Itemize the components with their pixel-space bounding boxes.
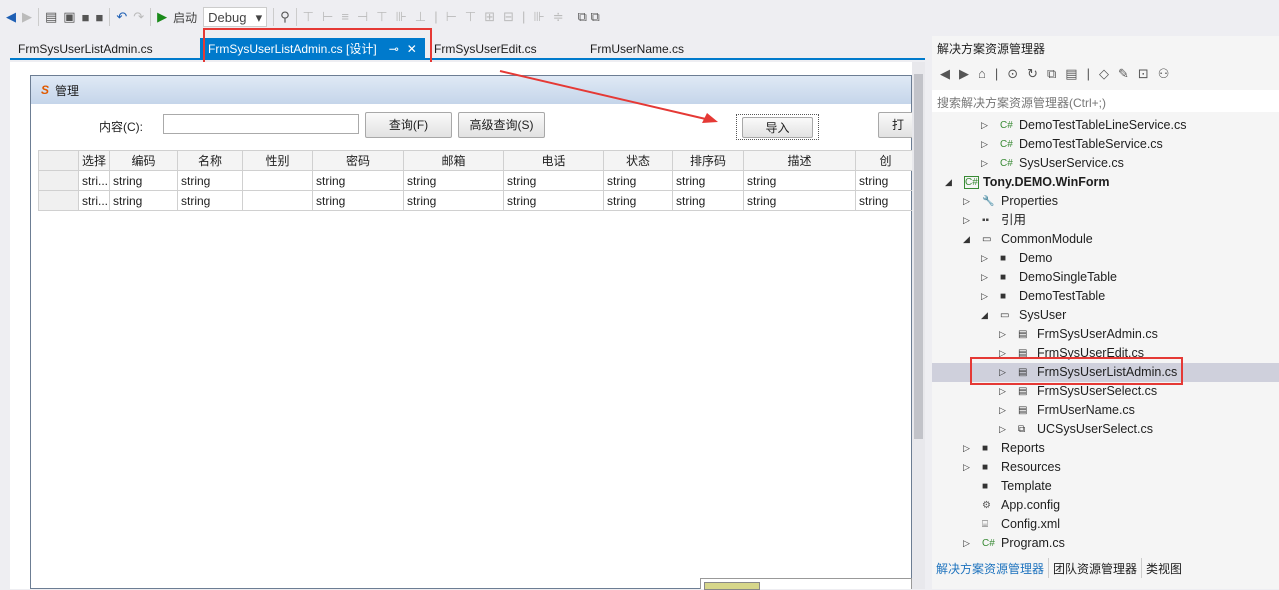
tree-item-label: Reports — [1001, 441, 1045, 455]
chevron-expanded-icon[interactable]: ◢ — [981, 306, 988, 325]
chevron-right-icon[interactable]: ▷ — [981, 268, 988, 287]
chevron-right-icon[interactable]: ▷ — [981, 249, 988, 268]
tree-item-label: DemoTestTable — [1019, 289, 1106, 303]
tree-item-label: DemoSingleTable — [1019, 270, 1117, 284]
tree-item-label: FrmUserName.cs — [1037, 403, 1135, 417]
tree-item[interactable]: ▷ ▤ FrmSysUserEdit.cs — [932, 344, 1279, 363]
csharp-project-icon: C# — [964, 176, 979, 189]
wrench-icon: 🔧 — [982, 196, 995, 207]
folder-icon: ■ — [982, 443, 989, 454]
tree-item-label: FrmSysUserEdit.cs — [1037, 346, 1144, 360]
annotation-arrow — [499, 70, 718, 123]
chevron-right-icon[interactable]: ▷ — [963, 192, 970, 211]
folder-icon: ■ — [1000, 253, 1007, 264]
form-icon: ▤ — [1018, 329, 1028, 340]
tree-item-label: DemoTestTableService.cs — [1019, 137, 1163, 151]
chevron-right-icon[interactable]: ▷ — [981, 116, 988, 135]
tree-item[interactable]: ▷ ■ DemoTestTable — [932, 287, 1279, 306]
tree-item[interactable]: ▷ ▤ FrmSysUserSelect.cs — [932, 382, 1279, 401]
chevron-right-icon[interactable]: ▷ — [999, 325, 1006, 344]
chevron-right-icon[interactable]: ▷ — [999, 344, 1006, 363]
tree-item[interactable]: ▷ ■ DemoSingleTable — [932, 268, 1279, 287]
folder-icon: ■ — [1000, 272, 1007, 283]
solution-explorer: 解决方案资源管理器 ◀▶⌂|⊙↻⧉▤|◇✎⊡⚇ 搜索解决方案资源管理器(Ctrl… — [932, 36, 1279, 589]
xml-icon: ⌸ — [982, 519, 988, 530]
solution-search-input[interactable]: 搜索解决方案资源管理器(Ctrl+;) — [932, 90, 1279, 112]
tree-item[interactable]: ▷ ■ Resources — [932, 458, 1279, 477]
tab-class-view[interactable]: 类视图 — [1142, 558, 1186, 578]
panel-title: 解决方案资源管理器 — [937, 42, 1046, 56]
references-icon: ▪▪ — [982, 215, 990, 226]
tree-item-label: Tony.DEMO.WinForm — [983, 175, 1110, 189]
chevron-right-icon[interactable]: ▷ — [981, 135, 988, 154]
chevron-right-icon[interactable]: ▷ — [999, 401, 1006, 420]
tree-item[interactable]: ▷ ■ Reports — [932, 439, 1279, 458]
tree-item[interactable]: ■ Template — [932, 477, 1279, 496]
chevron-right-icon[interactable]: ▷ — [981, 154, 988, 173]
tree-item-label: FrmSysUserAdmin.cs — [1037, 327, 1158, 341]
form-icon: ▤ — [1018, 348, 1028, 359]
tree-item[interactable]: ▷ ▤ FrmUserName.cs — [932, 401, 1279, 420]
csharp-icon: C# — [1000, 139, 1013, 150]
tree-item[interactable]: ◢ ▭ SysUser — [932, 306, 1279, 325]
tree-item[interactable]: ⚙ App.config — [932, 496, 1279, 515]
chevron-expanded-icon[interactable]: ◢ — [945, 173, 952, 192]
folder-icon: ■ — [982, 462, 989, 473]
tree-item[interactable]: ▷ ■ Demo — [932, 249, 1279, 268]
tree-item[interactable]: ◢ C# Tony.DEMO.WinForm — [932, 173, 1279, 192]
tree-item[interactable]: ▷ C# SysUserService.cs — [932, 154, 1279, 173]
chevron-right-icon[interactable]: ▷ — [999, 420, 1006, 439]
chevron-right-icon[interactable]: ▷ — [963, 458, 970, 477]
form-icon: ▤ — [1018, 405, 1028, 416]
tree-item-label: Config.xml — [1001, 517, 1061, 531]
tree-item-label: DemoTestTableLineService.cs — [1019, 118, 1187, 132]
chevron-right-icon[interactable]: ▷ — [999, 382, 1006, 401]
tree-item-label: Template — [1001, 479, 1052, 493]
form-icon: ▤ — [1018, 386, 1028, 397]
tree-item-label: 引用 — [1001, 213, 1027, 227]
tree-item[interactable]: ▷ ⧉ UCSysUserSelect.cs — [932, 420, 1279, 439]
tree-item-label: CommonModule — [1001, 232, 1093, 246]
tree-item-label: UCSysUserSelect.cs — [1037, 422, 1153, 436]
tree-item[interactable]: ▷ C# Program.cs — [932, 534, 1279, 553]
tree-item-label: Properties — [1001, 194, 1058, 208]
tree-item[interactable]: ▷ ▤ FrmSysUserAdmin.cs — [932, 325, 1279, 344]
chevron-expanded-icon[interactable]: ◢ — [963, 230, 970, 249]
tab-team-explorer[interactable]: 团队资源管理器 — [1049, 558, 1143, 578]
tree-item[interactable]: ◢ ▭ CommonModule — [932, 230, 1279, 249]
user-control-icon: ⧉ — [1018, 424, 1026, 435]
tree-item[interactable]: ⌸ Config.xml — [932, 515, 1279, 534]
csharp-icon: C# — [1000, 158, 1013, 169]
explorer-toolbar-icons[interactable]: ◀▶⌂|⊙↻⧉▤|◇✎⊡⚇ — [940, 66, 1178, 82]
folder-open-icon: ▭ — [982, 234, 992, 245]
tree-item-label: SysUserService.cs — [1019, 156, 1124, 170]
chevron-right-icon[interactable]: ▷ — [963, 534, 970, 553]
tab-solution-explorer[interactable]: 解决方案资源管理器 — [932, 558, 1050, 578]
tree-item-label: Program.cs — [1001, 536, 1065, 550]
folder-open-icon: ▭ — [1000, 310, 1010, 321]
panel-tabs: 解决方案资源管理器 团队资源管理器 类视图 — [932, 558, 1186, 578]
tree-item-label: Resources — [1001, 460, 1061, 474]
form-icon: ▤ — [1018, 367, 1028, 378]
csharp-icon: C# — [982, 538, 995, 549]
tree-item[interactable]: ▷ 🔧 Properties — [932, 192, 1279, 211]
chevron-right-icon[interactable]: ▷ — [981, 287, 988, 306]
chevron-right-icon[interactable]: ▷ — [963, 211, 970, 230]
tree-item-label: FrmSysUserListAdmin.cs — [1037, 365, 1178, 379]
tree-item-label: App.config — [1001, 498, 1061, 512]
csharp-icon: C# — [1000, 120, 1013, 131]
tree-item[interactable]: ▷ C# DemoTestTableService.cs — [932, 135, 1279, 154]
tree-item-label: SysUser — [1019, 308, 1067, 322]
chevron-right-icon[interactable]: ▷ — [999, 363, 1006, 382]
folder-icon: ■ — [982, 481, 989, 492]
tree-item-label: FrmSysUserSelect.cs — [1037, 384, 1158, 398]
config-icon: ⚙ — [982, 500, 991, 511]
tree-item[interactable]: ▷ ▪▪ 引用 — [932, 211, 1279, 230]
folder-icon: ■ — [1000, 291, 1007, 302]
chevron-right-icon[interactable]: ▷ — [963, 439, 970, 458]
tree-item[interactable]: ▷ ▤ FrmSysUserListAdmin.cs — [932, 363, 1279, 382]
tree-item-label: Demo — [1019, 251, 1053, 265]
tree-item[interactable]: ▷ C# DemoTestTableLineService.cs — [932, 116, 1279, 135]
